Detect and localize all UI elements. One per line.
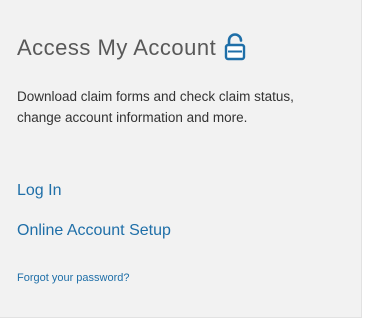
title-row: Access My Account — [17, 33, 246, 62]
panel-description: Download claim forms and check claim sta… — [17, 89, 294, 125]
online-account-setup-link[interactable]: Online Account Setup — [17, 221, 171, 241]
unlocked-padlock-icon — [224, 33, 246, 61]
access-account-panel: Access My Account Download claim forms a… — [0, 0, 362, 318]
login-link[interactable]: Log In — [17, 181, 61, 201]
forgot-password-link[interactable]: Forgot your password? — [17, 271, 130, 285]
panel-title: Access My Account — [17, 35, 217, 60]
